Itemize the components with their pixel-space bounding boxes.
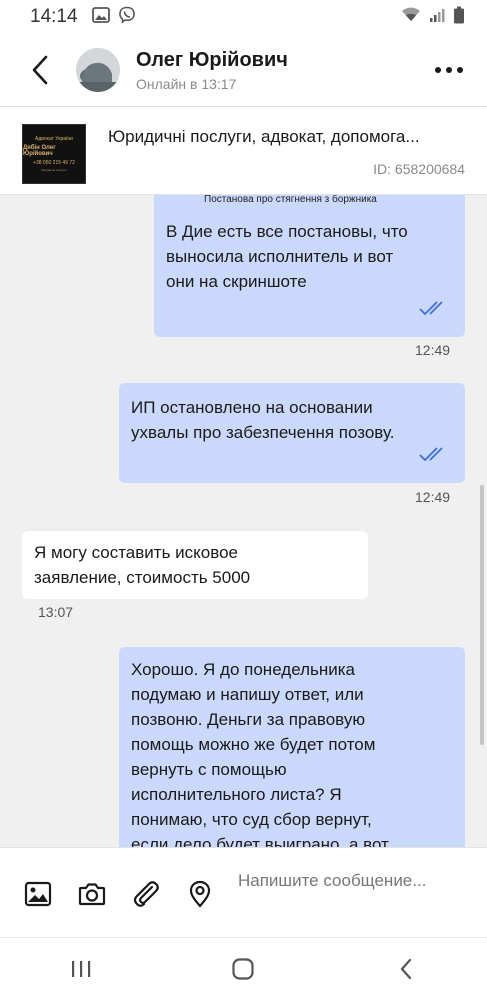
message-time: 12:49 — [415, 489, 451, 505]
message-text: понимаю, что суд сбор вернут, — [131, 810, 372, 829]
more-options-button[interactable] — [433, 54, 465, 86]
message-text: если дело будет выиграно, а вот — [131, 835, 389, 847]
message-bubble-outgoing[interactable]: Хорошо. Я до понедельника подумаю и напи… — [119, 647, 465, 847]
avatar[interactable] — [76, 48, 120, 92]
message-input[interactable]: Напишите сообщение... — [238, 868, 468, 893]
message-text: исполнительного листа? Я — [131, 785, 342, 804]
message-text: помощь можно же будет потом — [131, 735, 376, 754]
thumb-line-3: +38 050 215 49 72 — [33, 160, 75, 166]
status-bar: 14:14 — [0, 0, 487, 34]
contact-info[interactable]: Олег Юрійович Онлайн в 13:17 — [136, 49, 288, 92]
message-text: В Дие есть все постановы, что — [166, 222, 408, 241]
message-time: 12:49 — [415, 342, 451, 358]
message-bubble-outgoing[interactable]: Постанова про стягнення з боржника В Дие… — [154, 195, 465, 337]
message-time: 13:07 — [38, 604, 74, 620]
attach-icon[interactable] — [132, 880, 160, 908]
scrollbar[interactable] — [480, 485, 484, 745]
thumb-line-1: Адвокат України — [35, 136, 73, 142]
message-text: Хорошо. Я до понедельника — [131, 660, 356, 679]
contact-status: Онлайн в 13:17 — [136, 75, 237, 92]
battery-icon — [453, 6, 465, 29]
back-nav-button[interactable] — [386, 949, 426, 989]
message-bubble-outgoing[interactable]: ИП остановлено на основании ухвалы про з… — [119, 383, 465, 483]
message-text: позвоню. Деньги за правовую — [131, 710, 366, 729]
location-icon[interactable] — [186, 880, 214, 908]
recent-apps-button[interactable] — [61, 949, 101, 989]
gallery-icon[interactable] — [24, 880, 52, 908]
thumb-line-2: Дябін Олег Юрійович — [23, 145, 56, 157]
listing-title[interactable]: Юридичні послуги, адвокат, допомога... — [108, 127, 468, 147]
read-receipt-icon — [419, 444, 451, 469]
message-text: ухвалы про забезпечення позову. — [131, 423, 395, 442]
viber-icon — [118, 6, 136, 29]
listing-id: ID: 658200684 — [373, 161, 465, 177]
wifi-icon — [401, 7, 421, 28]
contact-name: Олег Юрійович — [136, 48, 288, 71]
thumb-line-4: Юридичні послуги — [41, 168, 67, 172]
chat-header: Олег Юрійович Онлайн в 13:17 — [0, 34, 487, 106]
home-button[interactable] — [223, 949, 263, 989]
system-navigation-bar — [0, 937, 487, 1000]
message-text: они на скриншоте — [166, 272, 307, 291]
message-text: подумаю и напишу ответ, или — [131, 685, 364, 704]
back-button[interactable] — [22, 52, 58, 88]
message-list[interactable]: Постанова про стягнення з боржника В Дие… — [0, 195, 487, 847]
message-text: заявление, стоимость 5000 — [34, 568, 251, 587]
read-receipt-icon — [419, 298, 451, 323]
listing-banner[interactable]: Адвокат України Дябін Олег Юрійович +38 … — [0, 107, 487, 195]
image-caption: Постанова про стягнення з боржника — [204, 195, 377, 205]
listing-thumbnail[interactable]: Адвокат України Дябін Олег Юрійович +38 … — [22, 124, 86, 184]
message-text: Я могу составить исковое — [34, 543, 238, 562]
status-time: 14:14 — [30, 6, 78, 27]
camera-icon[interactable] — [78, 880, 106, 908]
message-text: вернуть с помощью — [131, 760, 287, 779]
message-text: ИП остановлено на основании — [131, 398, 373, 417]
compose-bar: Напишите сообщение... — [0, 847, 487, 937]
gallery-icon — [91, 6, 110, 28]
message-text: выносила исполнитель и вот — [166, 247, 394, 266]
message-bubble-incoming[interactable]: Я могу составить исковое заявление, стои… — [22, 531, 368, 599]
signal-icon — [429, 7, 445, 28]
